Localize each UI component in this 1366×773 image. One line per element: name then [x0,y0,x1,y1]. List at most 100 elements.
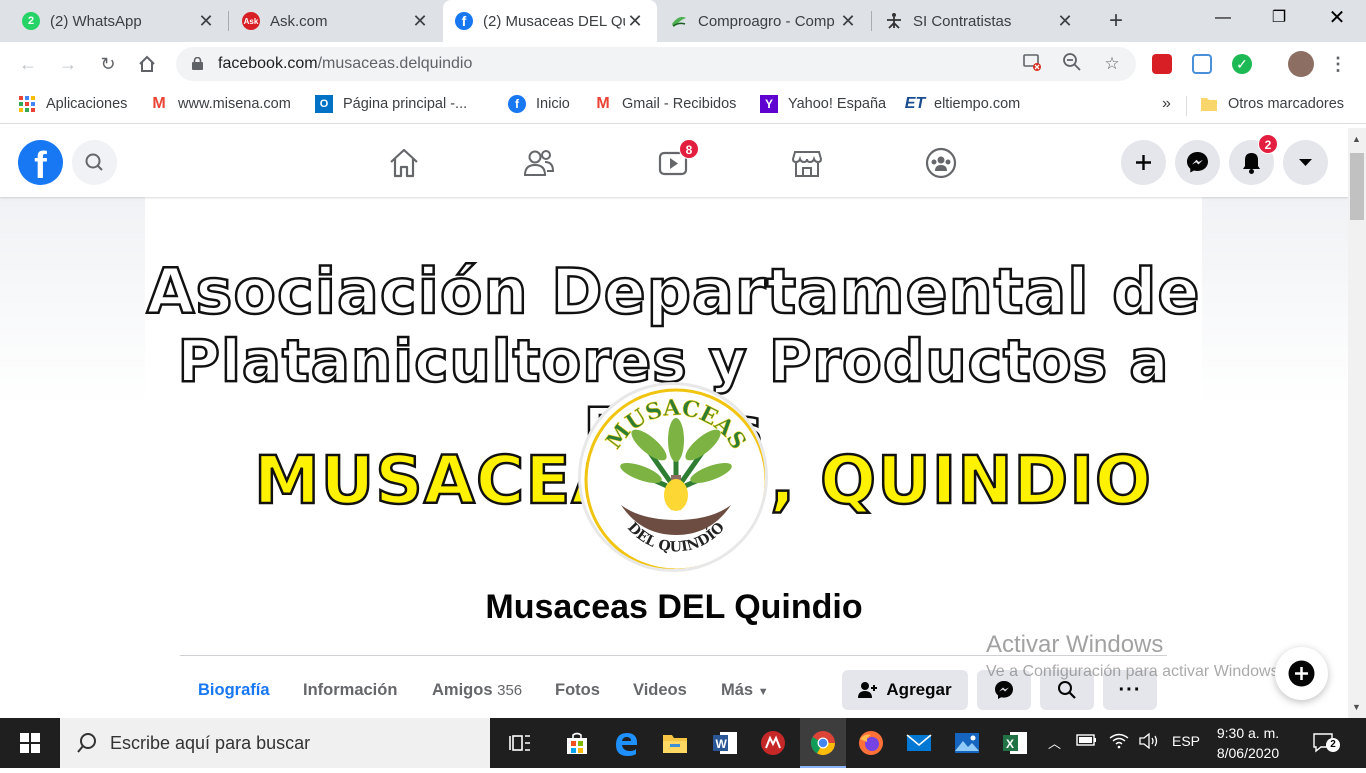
chrome-menu-button[interactable]: ⋮ [1324,50,1352,78]
scroll-down-arrow-icon[interactable]: ▼ [1352,702,1361,712]
home-button[interactable] [133,50,161,78]
bookmark-otros-marcadores[interactable]: Otros marcadores [1200,95,1344,113]
tab-amigos[interactable]: Amigos 356 [432,681,522,700]
wifi-icon[interactable] [1108,733,1130,752]
chevron-more-icon: » [1162,95,1171,112]
tab-comproagro[interactable]: Comproagro - Comp ✕ [658,0,870,42]
reload-button[interactable]: ↻ [94,50,122,78]
whatsapp-icon: 2 [22,12,40,30]
blocked-popup-icon[interactable] [1020,52,1044,76]
bookmark-aplicaciones[interactable]: Aplicaciones [18,95,127,113]
ask-extension-icon[interactable] [1152,54,1172,74]
excel-icon[interactable]: X [1001,729,1029,757]
page-title: Musaceas DEL Quindio [485,588,863,626]
close-icon[interactable]: ✕ [196,11,216,32]
close-icon[interactable]: ✕ [838,11,858,32]
firefox-icon[interactable] [857,729,885,757]
mail-icon[interactable] [905,729,933,757]
volume-icon[interactable] [1138,732,1160,752]
back-button[interactable]: ← [14,50,42,78]
bookmark-gmail[interactable]: M Gmail - Recibidos [594,95,736,113]
facebook-logo-icon[interactable]: f [18,140,63,185]
microsoft-store-icon[interactable] [563,729,591,757]
close-icon[interactable]: ✕ [625,11,645,32]
zoom-out-icon[interactable] [1060,52,1084,76]
tab-musaceas-active[interactable]: f (2) Musaceas DEL Qu ✕ [443,0,657,42]
start-button[interactable] [0,718,60,768]
profile-picture[interactable]: MUSACEAS DEL QUINDÍO [578,382,768,572]
task-view-icon[interactable] [507,729,535,757]
tab-label: Ask.com [270,12,328,30]
groups-icon [925,147,957,179]
nav-groups[interactable] [923,146,959,180]
bookmark-inicio[interactable]: f Inicio [508,95,570,113]
bookmark-yahoo[interactable]: Y Yahoo! España [760,95,886,113]
bookmark-misena[interactable]: M www.misena.com [150,95,290,113]
messenger-button[interactable] [1175,140,1220,185]
tab-ask[interactable]: Ask Ask.com ✕ [230,0,442,42]
search-icon [1058,681,1076,699]
cover-title-line1: Asociación Departamental de [145,254,1201,330]
tab-si-contratistas[interactable]: SI Contratistas ✕ [873,0,1087,42]
tab-mas[interactable]: Más ▼ [721,681,769,700]
photos-icon[interactable] [953,729,981,757]
gmail-icon: M [596,95,610,112]
bookmark-label: Aplicaciones [46,96,128,112]
nav-friends[interactable] [521,146,557,180]
restore-button[interactable]: ❐ [1256,0,1302,36]
close-icon[interactable]: ✕ [410,11,430,32]
bookmark-eltiempo[interactable]: ET eltiempo.com [905,95,1020,113]
new-tab-button[interactable]: + [1102,7,1130,35]
address-bar[interactable]: facebook.com/musaceas.delquindio ☆ [176,47,1136,81]
tab-label: Videos [633,681,687,699]
tab-separator [228,11,229,31]
scroll-up-arrow-icon[interactable]: ▲ [1352,134,1361,144]
new-message-button[interactable] [1275,647,1328,700]
chrome-taskbar-active[interactable] [800,718,846,768]
show-hidden-icons-icon[interactable]: ︿ [1048,733,1061,752]
edge-icon[interactable] [612,729,640,757]
activation-watermark-title: Activar Windows [986,631,1164,658]
tab-label: Más [721,681,754,699]
compose-icon [1288,660,1315,687]
close-icon[interactable]: ✕ [1055,11,1075,32]
word-icon[interactable]: W [711,729,739,757]
battery-icon[interactable] [1076,733,1098,750]
tab-whatsapp[interactable]: 2 (2) WhatsApp ✕ [10,0,228,42]
app-red-icon[interactable] [759,729,787,757]
nav-marketplace[interactable] [789,146,825,180]
file-explorer-icon[interactable] [661,729,689,757]
language-indicator[interactable]: ESP [1172,733,1200,749]
tab-fotos[interactable]: Fotos [555,681,600,700]
create-button[interactable] [1121,140,1166,185]
caret-down-icon: ▼ [757,686,769,698]
tab-videos[interactable]: Videos [633,681,687,700]
forward-button[interactable]: → [54,50,82,78]
browser-tab-strip: 2 (2) WhatsApp ✕ Ask Ask.com ✕ f (2) Mus… [0,0,1366,42]
facebook-search-button[interactable] [72,140,117,185]
more-dots-icon: ··· [1118,678,1142,701]
action-center-button[interactable]: 2 [1312,732,1340,754]
bookmark-star-icon[interactable]: ☆ [1100,52,1124,76]
sync-extension-icon[interactable] [1192,54,1212,74]
tab-label: Biografía [198,681,270,699]
check-extension-icon[interactable]: ✓ [1232,54,1252,74]
scrollbar-thumb[interactable] [1350,153,1364,220]
tab-biografia[interactable]: Biografía [198,681,270,700]
tab-informacion[interactable]: Información [303,681,397,700]
add-friend-button[interactable]: Agregar [842,670,968,710]
close-window-button[interactable]: ✕ [1314,0,1360,36]
account-menu-button[interactable] [1283,140,1328,185]
bookmark-outlook[interactable]: O Página principal -... [315,95,467,113]
more-bookmarks-button[interactable]: » [1162,95,1171,113]
nav-home[interactable] [386,146,422,180]
ask-icon: Ask [242,12,260,30]
gmail-icon: M [152,95,166,112]
taskbar-clock[interactable]: 9:30 a. m. 8/06/2020 [1212,723,1284,763]
avatar[interactable] [1288,51,1314,77]
facebook-icon: f [455,12,473,30]
taskbar-search-box[interactable]: Escribe aquí para buscar [60,718,490,768]
notifications-badge: 2 [1258,134,1278,154]
minimize-button[interactable]: — [1200,0,1246,36]
bookmark-label: Gmail - Recibidos [622,96,737,112]
